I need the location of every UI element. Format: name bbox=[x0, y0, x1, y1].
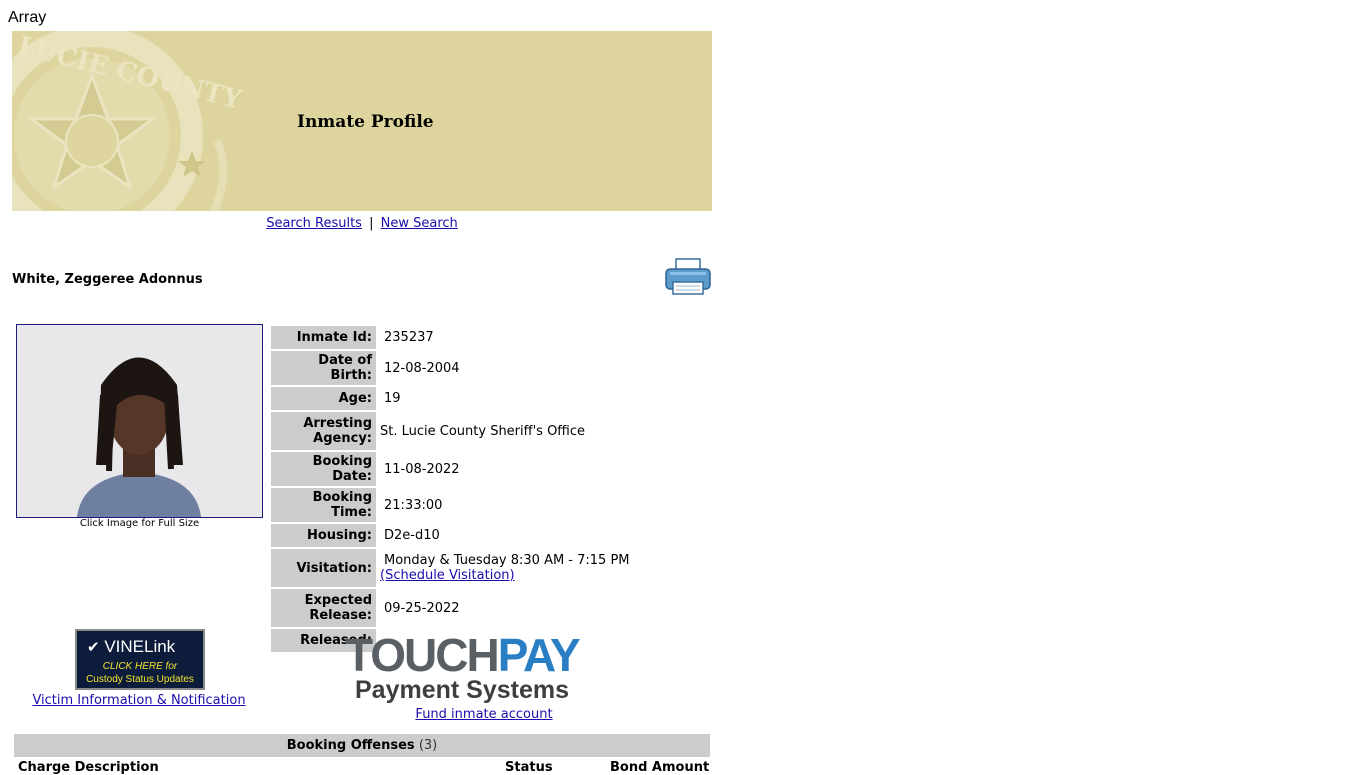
victim-notification-link[interactable]: Victim Information & Notification bbox=[32, 693, 245, 708]
visitation-cell: Monday & Tuesday 8:30 AM - 7:15 PM (Sche… bbox=[378, 549, 634, 587]
detail-row: Booking Time: 21:33:00 bbox=[271, 488, 634, 522]
breadcrumb-nav: Search Results | New Search bbox=[12, 216, 712, 231]
detail-row: Visitation: Monday & Tuesday 8:30 AM - 7… bbox=[271, 549, 634, 587]
detail-value: 21:33:00 bbox=[384, 497, 443, 513]
inmate-photo[interactable] bbox=[16, 324, 263, 518]
touchpay-word-touch: TOUCH bbox=[345, 629, 500, 681]
detail-value: 12-08-2004 bbox=[384, 360, 460, 376]
vinelink-logo: ✔ VINELink bbox=[87, 637, 175, 657]
detail-value: D2e-d10 bbox=[384, 528, 440, 543]
detail-value: 19 bbox=[384, 391, 401, 406]
photo-caption: Click Image for Full Size bbox=[79, 518, 200, 529]
booking-offenses-header: Booking Offenses (3) bbox=[14, 734, 710, 757]
detail-row: Expected Release: 09-25-2022 bbox=[271, 589, 634, 627]
new-search-link[interactable]: New Search bbox=[381, 216, 458, 231]
detail-label: Visitation: bbox=[271, 549, 376, 587]
detail-label: Arresting Agency: bbox=[271, 412, 376, 450]
detail-label: Expected Release: bbox=[271, 589, 376, 627]
mugshot-image bbox=[17, 325, 262, 517]
schedule-visitation-link[interactable]: (Schedule Visitation) bbox=[380, 568, 515, 583]
detail-row: Date of Birth: 12-08-2004 bbox=[271, 351, 634, 385]
offenses-title: Booking Offenses bbox=[286, 738, 415, 753]
debug-array-text: Array bbox=[8, 9, 47, 26]
detail-label: Inmate Id: bbox=[271, 326, 376, 349]
touchpay-subtitle: Payment Systems bbox=[355, 676, 570, 704]
printer-icon[interactable] bbox=[664, 258, 712, 298]
vine-check-icon: ✔ bbox=[87, 639, 100, 656]
detail-label: Age: bbox=[271, 387, 376, 410]
visitation-hours: Monday & Tuesday 8:30 AM - 7:15 PM bbox=[384, 553, 630, 568]
detail-value: 235237 bbox=[384, 330, 434, 345]
vinelink-banner[interactable]: ✔ VINELink CLICK HERE for Custody Status… bbox=[75, 629, 205, 690]
detail-row: Arresting Agency: St. Lucie County Sheri… bbox=[271, 412, 634, 450]
victim-notification-link-wrap: Victim Information & Notification bbox=[12, 693, 266, 708]
detail-label: Booking Date: bbox=[271, 452, 376, 486]
page-title: Inmate Profile bbox=[297, 112, 434, 132]
fund-account-link[interactable]: Fund inmate account bbox=[415, 707, 552, 722]
touchpay-wordmark: TOUCHPAY bbox=[345, 628, 581, 682]
vinelink-subtext: Custody Status Updates bbox=[86, 674, 194, 685]
detail-label: Booking Time: bbox=[271, 488, 376, 522]
inmate-name: White, Zeggeree Adonnus bbox=[12, 272, 203, 287]
detail-label: Date of Birth: bbox=[271, 351, 376, 385]
touchpay-word-pay: PAY bbox=[497, 629, 581, 681]
search-results-link[interactable]: Search Results bbox=[266, 216, 362, 231]
detail-value: 11-08-2022 bbox=[384, 461, 460, 477]
inmate-details-table: Inmate Id: 235237 Date of Birth: 12-08-2… bbox=[269, 324, 636, 654]
vinelink-logo-text: VINELink bbox=[104, 637, 176, 656]
offenses-count: (3) bbox=[418, 738, 438, 753]
detail-value: St. Lucie County Sheriff's Office bbox=[380, 423, 586, 439]
detail-row: Housing: D2e-d10 bbox=[271, 524, 634, 547]
nav-separator: | bbox=[369, 216, 374, 231]
vinelink-cta: CLICK HERE for bbox=[102, 661, 178, 672]
fund-account-link-wrap: Fund inmate account bbox=[343, 707, 625, 722]
detail-row: Age: 19 bbox=[271, 387, 634, 410]
detail-row: Inmate Id: 235237 bbox=[271, 326, 634, 349]
detail-value: 09-25-2022 bbox=[384, 600, 460, 616]
detail-label: Housing: bbox=[271, 524, 376, 547]
header-banner: LUCIE COUNTY Inmate Profile bbox=[12, 31, 712, 211]
touchpay-logo[interactable]: TOUCHPAY Payment Systems bbox=[343, 628, 638, 705]
detail-row: Booking Date: 11-08-2022 bbox=[271, 452, 634, 486]
